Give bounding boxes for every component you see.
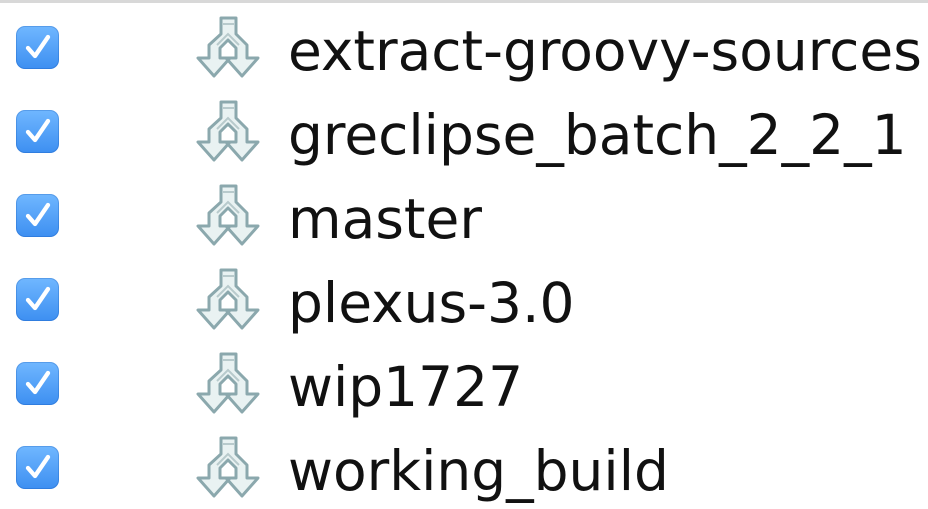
branch-row-master[interactable]: master bbox=[0, 171, 928, 255]
branch-checkbox[interactable] bbox=[16, 446, 59, 489]
branch-list: extract-groovy-sources greclipse_batch_2… bbox=[0, 3, 928, 509]
branch-checkbox[interactable] bbox=[16, 26, 59, 69]
branch-row-working-build[interactable]: working_build bbox=[0, 423, 928, 507]
branch-row-greclipse-batch[interactable]: greclipse_batch_2_2_1 bbox=[0, 87, 928, 171]
checkmark-icon bbox=[25, 286, 51, 311]
branch-row-wip1727[interactable]: wip1727 bbox=[0, 339, 928, 423]
branch-name: working_build bbox=[288, 439, 669, 503]
checkmark-icon bbox=[25, 118, 51, 143]
branch-checkbox[interactable] bbox=[16, 110, 59, 153]
branch-row-extract-groovy-sources[interactable]: extract-groovy-sources bbox=[0, 3, 928, 87]
checkmark-icon bbox=[25, 454, 51, 479]
branch-icon bbox=[192, 435, 272, 501]
checkmark-icon bbox=[25, 34, 51, 59]
branch-name: wip1727 bbox=[288, 355, 524, 419]
branch-icon bbox=[192, 183, 272, 249]
checkmark-icon bbox=[25, 202, 51, 227]
branch-name: master bbox=[288, 187, 482, 251]
branch-name: extract-groovy-sources bbox=[288, 19, 922, 83]
branch-icon bbox=[192, 15, 272, 81]
branch-icon bbox=[192, 351, 272, 417]
checkmark-icon bbox=[25, 370, 51, 395]
branch-row-plexus[interactable]: plexus-3.0 bbox=[0, 255, 928, 339]
branch-name: plexus-3.0 bbox=[288, 271, 575, 335]
branch-name: greclipse_batch_2_2_1 bbox=[288, 103, 907, 167]
branch-icon bbox=[192, 267, 272, 333]
branch-checkbox[interactable] bbox=[16, 278, 59, 321]
branch-checkbox[interactable] bbox=[16, 362, 59, 405]
branch-checkbox[interactable] bbox=[16, 194, 59, 237]
branch-icon bbox=[192, 99, 272, 165]
